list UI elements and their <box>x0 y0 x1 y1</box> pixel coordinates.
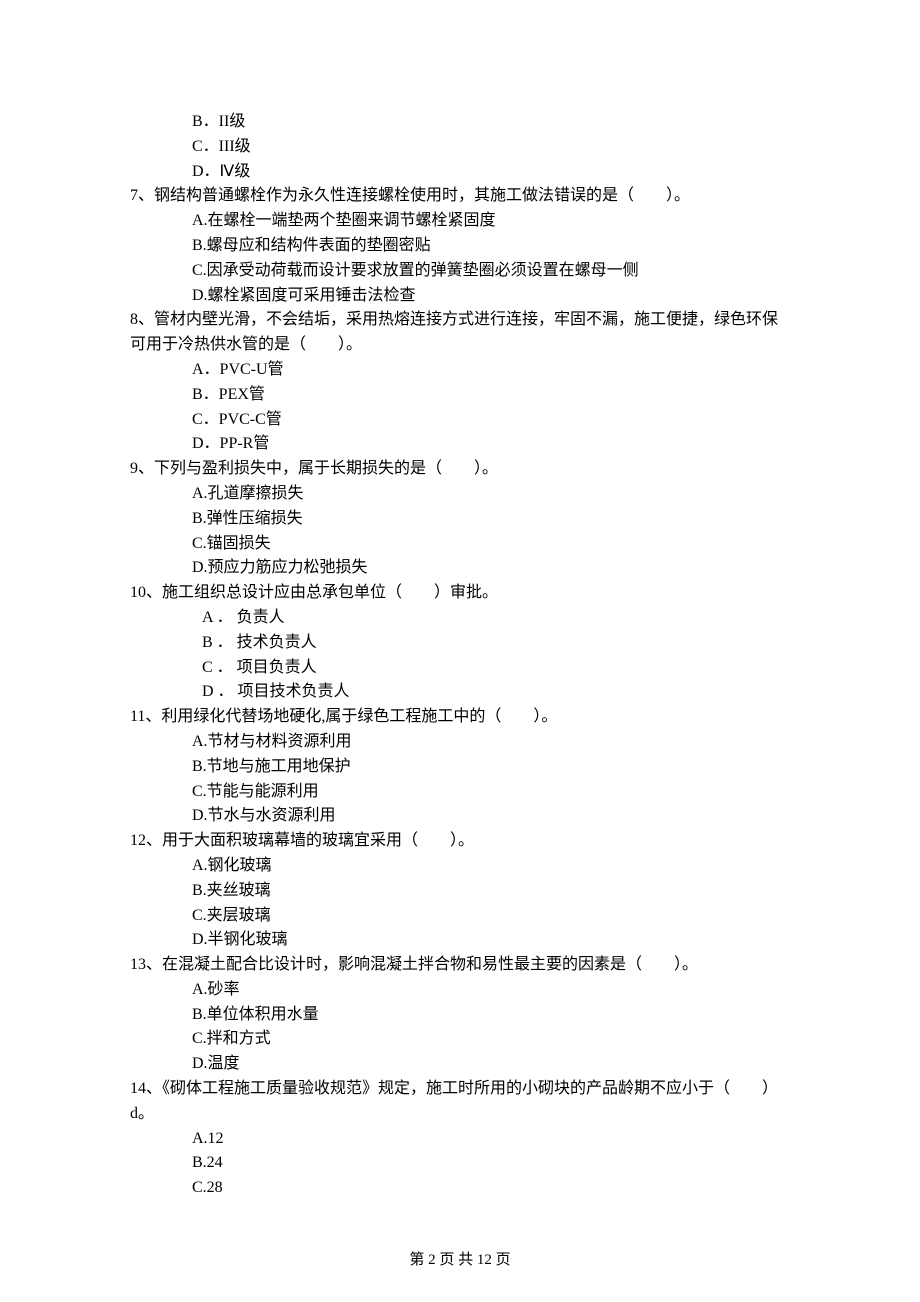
option-item: B．II级 <box>130 110 790 135</box>
question-stem: 10、施工组织总设计应由总承包单位（ ）审批。 <box>130 581 790 606</box>
option-item: C.拌和方式 <box>130 1027 790 1052</box>
question-stem: 9、下列与盈利损失中，属于长期损失的是（ ）。 <box>130 457 790 482</box>
option-item: C.节能与能源利用 <box>130 780 790 805</box>
option-item: C.夹层玻璃 <box>130 904 790 929</box>
question-8: 8、管材内壁光滑，不会结垢，采用热熔连接方式进行连接，牢固不漏，施工便捷，绿色环… <box>130 308 790 457</box>
option-item: A.砂率 <box>130 978 790 1003</box>
question-stem: 7、钢结构普通螺栓作为永久性连接螺栓使用时，其施工做法错误的是（ ）。 <box>130 184 790 209</box>
question-14: 14、《砌体工程施工质量验收规范》规定，施工时所用的小砌块的产品龄期不应小于（ … <box>130 1077 790 1201</box>
option-item: A.12 <box>130 1127 790 1152</box>
option-item: C.因承受动荷载而设计要求放置的弹簧垫圈必须设置在螺母一侧 <box>130 259 790 284</box>
option-item: A.钢化玻璃 <box>130 854 790 879</box>
option-item: A．PVC-U管 <box>130 358 790 383</box>
question-stem: 8、管材内壁光滑，不会结垢，采用热熔连接方式进行连接，牢固不漏，施工便捷，绿色环… <box>130 308 790 358</box>
question-stem: 13、在混凝土配合比设计时，影响混凝土拌合物和易性最主要的因素是（ ）。 <box>130 953 790 978</box>
question-7: 7、钢结构普通螺栓作为永久性连接螺栓使用时，其施工做法错误的是（ ）。 A.在螺… <box>130 184 790 308</box>
option-item: A ． 负责人 <box>130 606 790 631</box>
question-stem: 12、用于大面积玻璃幕墙的玻璃宜采用（ ）。 <box>130 829 790 854</box>
option-item: B.节地与施工用地保护 <box>130 755 790 780</box>
page-container: B．II级 C．III级 D．Ⅳ级 7、钢结构普通螺栓作为永久性连接螺栓使用时，… <box>0 0 920 1302</box>
option-item: B.单位体积用水量 <box>130 1003 790 1028</box>
option-item: B.24 <box>130 1151 790 1176</box>
prev-question-options: B．II级 C．III级 D．Ⅳ级 <box>130 110 790 184</box>
option-item: A.节材与材料资源利用 <box>130 730 790 755</box>
option-item: C．PVC-C管 <box>130 408 790 433</box>
option-item: C.锚固损失 <box>130 532 790 557</box>
question-stem: 11、利用绿化代替场地硬化,属于绿色工程施工中的（ ）。 <box>130 705 790 730</box>
option-item: C．III级 <box>130 135 790 160</box>
option-item: D.螺栓紧固度可采用锤击法检查 <box>130 284 790 309</box>
option-item: D．Ⅳ级 <box>130 160 790 185</box>
option-item: B.弹性压缩损失 <box>130 507 790 532</box>
question-12: 12、用于大面积玻璃幕墙的玻璃宜采用（ ）。 A.钢化玻璃 B.夹丝玻璃 C.夹… <box>130 829 790 953</box>
option-item: B ． 技术负责人 <box>130 631 790 656</box>
option-item: A.孔道摩擦损失 <box>130 482 790 507</box>
option-item: D.半钢化玻璃 <box>130 928 790 953</box>
option-item: D.温度 <box>130 1052 790 1077</box>
option-item: B．PEX管 <box>130 383 790 408</box>
option-item: D.预应力筋应力松弛损失 <box>130 556 790 581</box>
question-stem: 14、《砌体工程施工质量验收规范》规定，施工时所用的小砌块的产品龄期不应小于（ … <box>130 1077 790 1127</box>
option-item: B.螺母应和结构件表面的垫圈密贴 <box>130 234 790 259</box>
question-13: 13、在混凝土配合比设计时，影响混凝土拌合物和易性最主要的因素是（ ）。 A.砂… <box>130 953 790 1077</box>
option-item: D.节水与水资源利用 <box>130 804 790 829</box>
option-item: B.夹丝玻璃 <box>130 879 790 904</box>
question-9: 9、下列与盈利损失中，属于长期损失的是（ ）。 A.孔道摩擦损失 B.弹性压缩损… <box>130 457 790 581</box>
option-item: C.28 <box>130 1176 790 1201</box>
option-item: A.在螺栓一端垫两个垫圈来调节螺栓紧固度 <box>130 209 790 234</box>
option-item: D ． 项目技术负责人 <box>130 680 790 705</box>
option-item: D．PP-R管 <box>130 432 790 457</box>
page-footer: 第 2 页 共 12 页 <box>0 1249 920 1272</box>
option-item: C ． 项目负责人 <box>130 656 790 681</box>
question-10: 10、施工组织总设计应由总承包单位（ ）审批。 A ． 负责人 B ． 技术负责… <box>130 581 790 705</box>
question-11: 11、利用绿化代替场地硬化,属于绿色工程施工中的（ ）。 A.节材与材料资源利用… <box>130 705 790 829</box>
